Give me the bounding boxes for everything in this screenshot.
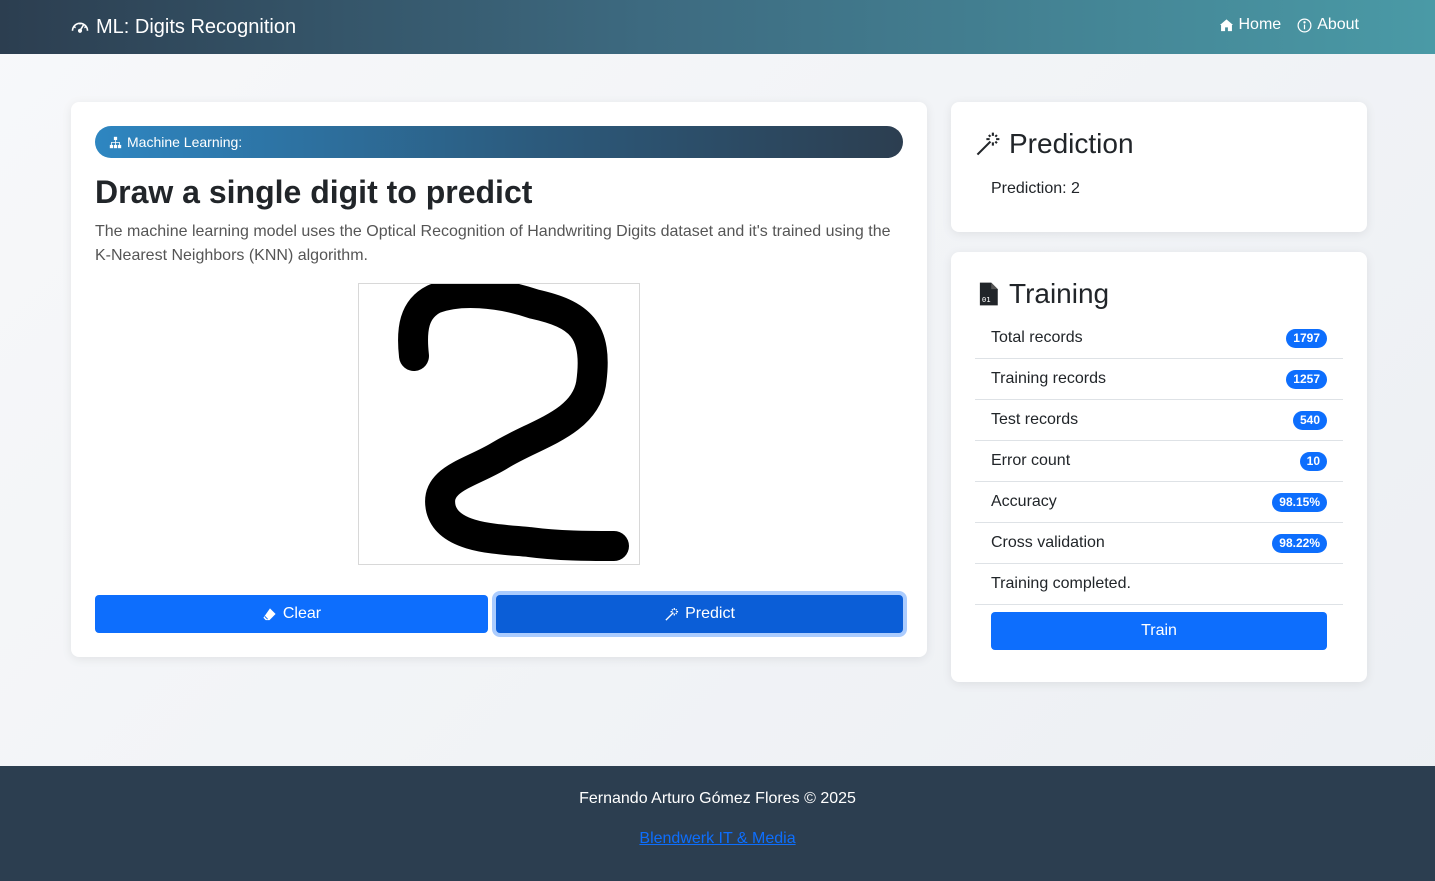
- speedometer-icon: [71, 22, 89, 33]
- eraser-icon: [263, 607, 276, 620]
- house-icon: [1219, 18, 1233, 31]
- footer-copyright: Fernando Arturo Gómez Flores © 2025: [579, 790, 856, 807]
- stat-badge: 10: [1299, 451, 1327, 471]
- page-description: The machine learning model uses the Opti…: [95, 223, 891, 264]
- brand-title: ML: Digits Recognition: [96, 15, 297, 38]
- drawing-canvas[interactable]: [358, 278, 640, 565]
- stat-label: Error count: [991, 452, 1071, 469]
- stat-badge: 540: [1292, 410, 1327, 430]
- list-item: Test records 540: [975, 400, 1343, 441]
- clear-label: Clear: [282, 605, 322, 622]
- drawing-card: Machine Learning: Draw a single digit to…: [71, 102, 927, 657]
- list-item: Accuracy 98.15%: [975, 482, 1343, 523]
- stat-badge: 98.15%: [1272, 492, 1327, 512]
- stat-badge: 98.22%: [1272, 533, 1327, 553]
- prediction-card: Prediction Prediction: 2: [951, 102, 1367, 232]
- nav-about[interactable]: About: [1297, 16, 1359, 34]
- prediction-title: Prediction: [975, 128, 1134, 160]
- magic-wand-icon: [976, 132, 1000, 156]
- stat-label: Training records: [991, 370, 1107, 387]
- list-item: Training records 1257: [975, 359, 1343, 400]
- training-title-text: Training: [1009, 278, 1110, 309]
- footer: Fernando Arturo Gómez Flores © 2025 Blen…: [0, 766, 1435, 881]
- stat-label: Accuracy: [991, 493, 1057, 510]
- svg-text:01: 01: [982, 295, 991, 304]
- status-text: Training completed.: [991, 575, 1131, 592]
- machine-learning-badge: Machine Learning:: [95, 126, 903, 158]
- list-item: Cross validation 98.22%: [975, 523, 1343, 564]
- stat-label: Cross validation: [991, 534, 1105, 551]
- stat-label: Total records: [991, 329, 1083, 346]
- train-label: Train: [1141, 622, 1177, 639]
- training-card: 01 Training Total records 1797 Training …: [951, 252, 1367, 682]
- training-stats-list: Total records 1797 Training records 1257…: [975, 318, 1343, 605]
- train-button[interactable]: Train: [991, 612, 1327, 650]
- diagram-icon: [109, 136, 122, 148]
- stat-badge: 1257: [1286, 369, 1327, 389]
- info-circle-icon: [1297, 18, 1312, 32]
- prediction-result: Prediction: 2: [991, 180, 1080, 197]
- stat-badge: 1797: [1286, 328, 1327, 348]
- brand[interactable]: ML: Digits Recognition: [70, 14, 296, 40]
- magic-wand-icon: [665, 607, 679, 621]
- nav-home-label: Home: [1238, 16, 1282, 33]
- page-title: Draw a single digit to predict: [95, 174, 533, 210]
- training-status: Training completed.: [975, 564, 1343, 605]
- nav-about-label: About: [1317, 16, 1359, 33]
- nav-home[interactable]: Home: [1219, 16, 1282, 34]
- drawn-digit: [398, 278, 629, 561]
- navbar: ML: Digits Recognition Home About: [0, 0, 1435, 54]
- badge-label: Machine Learning:: [127, 134, 243, 150]
- clear-button[interactable]: Clear: [95, 595, 488, 633]
- stat-label: Test records: [991, 411, 1079, 428]
- predict-label: Predict: [685, 605, 735, 622]
- predict-button[interactable]: Predict: [496, 595, 903, 633]
- list-item: Error count 10: [975, 441, 1343, 482]
- footer-link[interactable]: Blendwerk IT & Media: [0, 830, 1435, 848]
- prediction-title-text: Prediction: [1009, 128, 1134, 159]
- binary-file-icon: 01: [979, 282, 998, 306]
- training-title: 01 Training: [975, 278, 1109, 310]
- list-item: Total records 1797: [975, 318, 1343, 359]
